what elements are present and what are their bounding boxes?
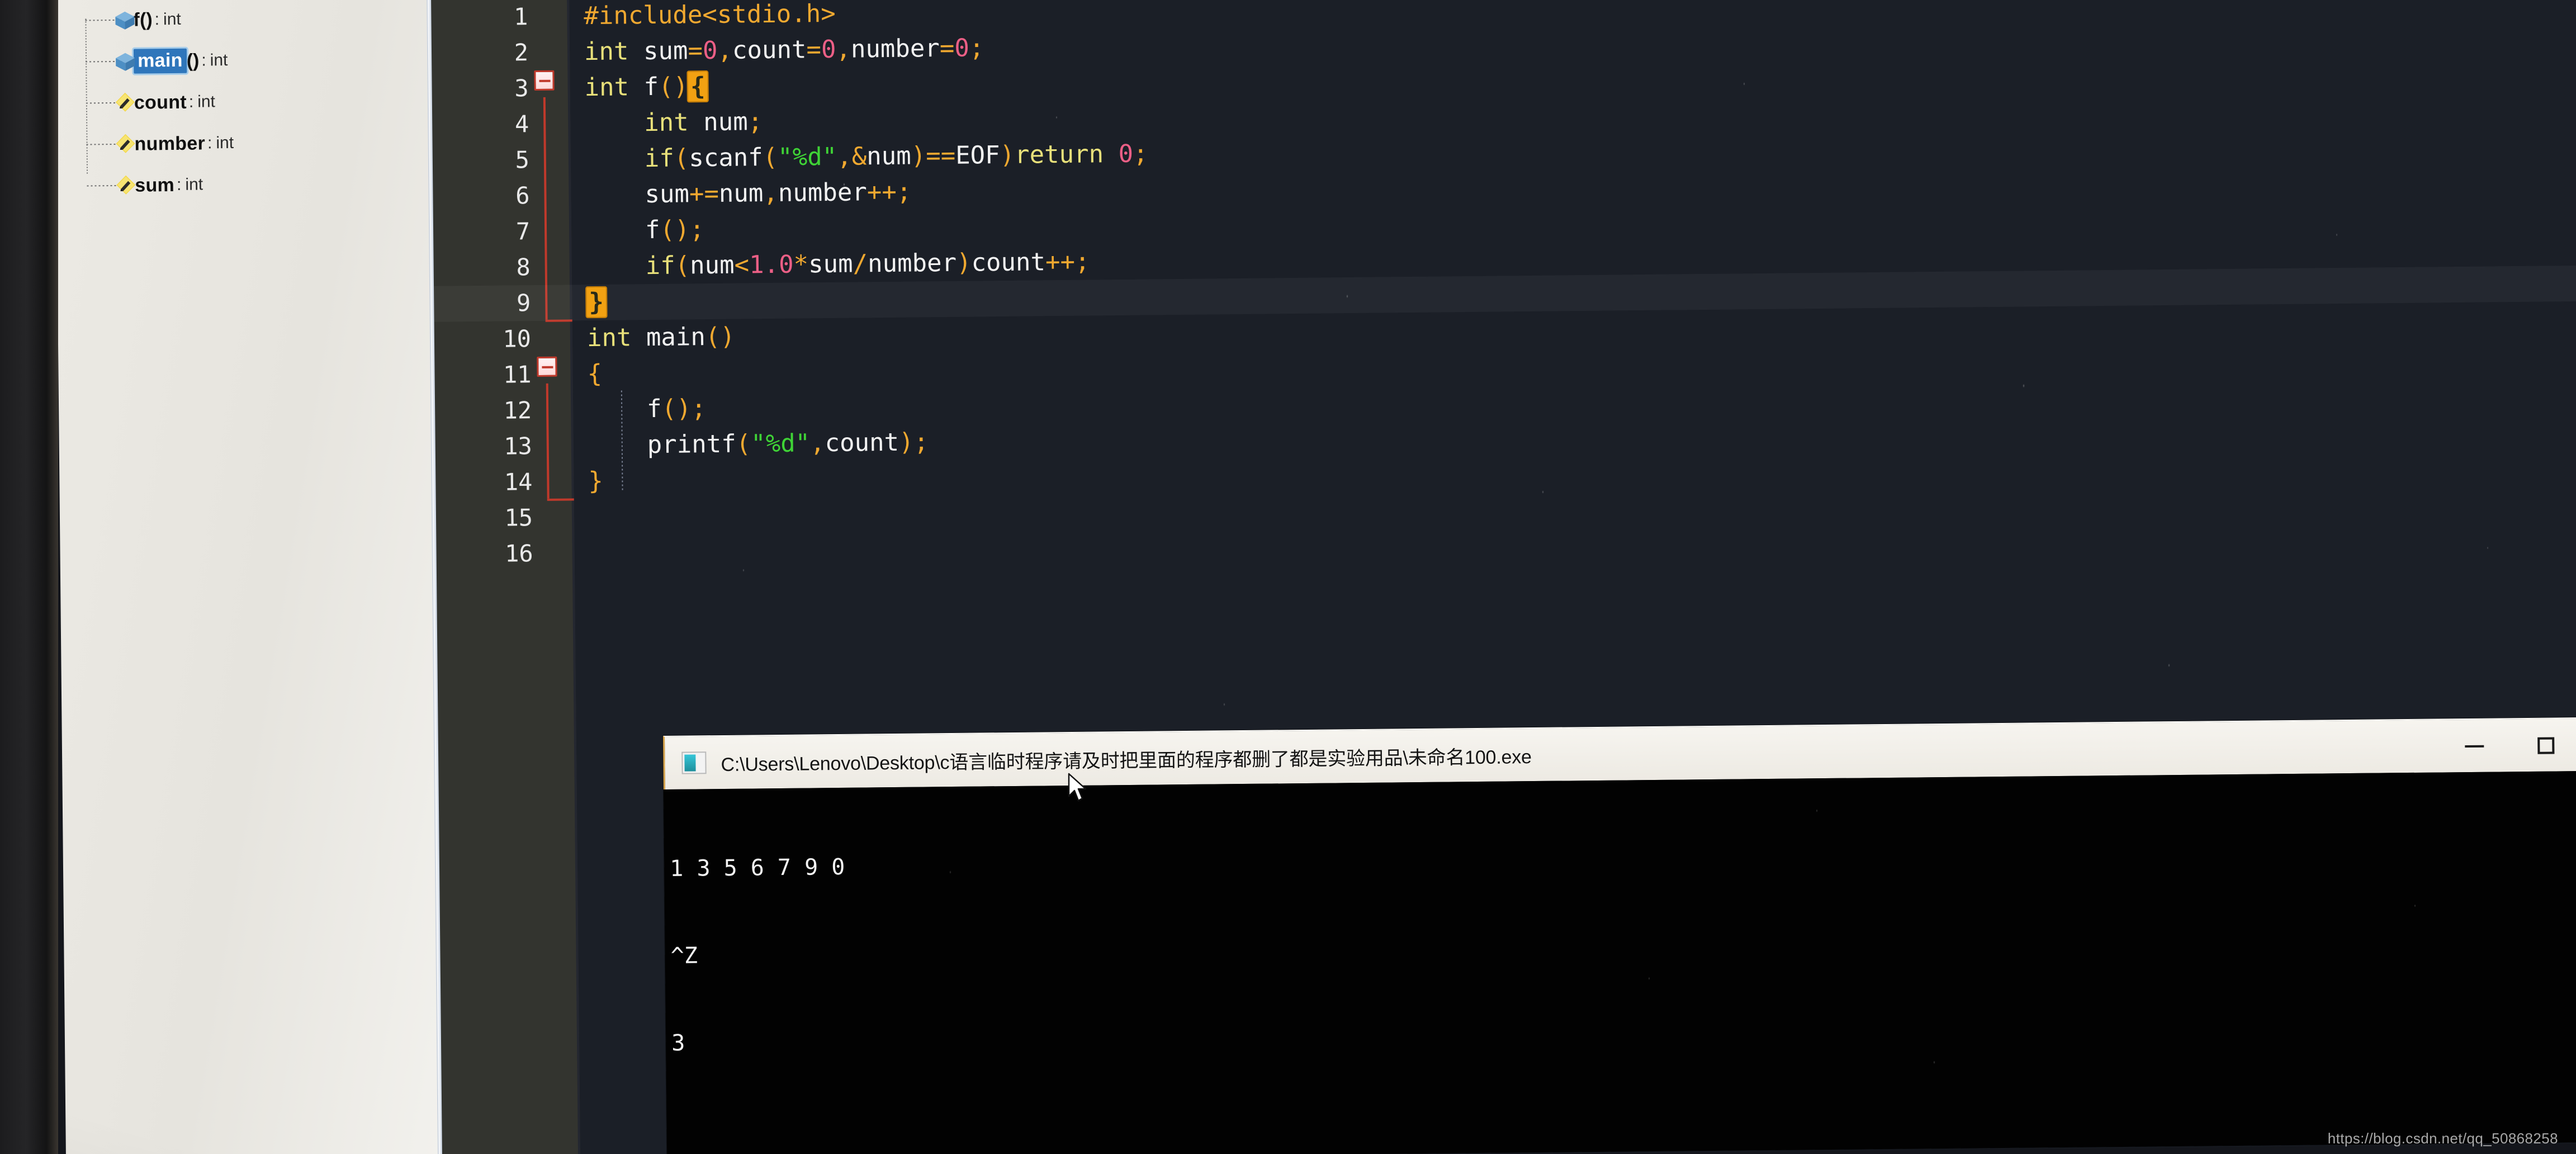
- line-number: 11: [503, 361, 532, 389]
- outline-item-colon: :: [201, 51, 206, 70]
- monitor-bezel-left: [0, 0, 58, 1154]
- console-output[interactable]: 1 3 5 6 7 9 0 ^Z 3 _____________________…: [663, 771, 2576, 1154]
- line-source: sum+=num,number++;: [645, 177, 912, 209]
- variable-pencil-icon: [115, 174, 138, 197]
- line-number: 5: [515, 146, 530, 174]
- line-number: 3: [514, 74, 529, 102]
- line-source: f();: [645, 215, 705, 245]
- line-source: printf("%d",count);: [647, 428, 929, 460]
- outline-item-colon: :: [188, 92, 194, 111]
- line-number: 4: [514, 110, 529, 138]
- line-number: 6: [515, 182, 530, 210]
- line-source: int f(){: [584, 69, 708, 106]
- line-source: if(scanf("%d",&num)==EOF)return 0;: [644, 139, 1148, 173]
- outline-item-sum[interactable]: sum: int: [67, 162, 425, 207]
- outline-item-paren: (): [139, 8, 153, 31]
- outline-item-paren: (): [186, 50, 200, 72]
- outline-item-colon: :: [176, 175, 182, 194]
- line-source: int main(): [586, 322, 736, 353]
- line-number: 8: [516, 253, 531, 281]
- line-source: int sum=0,count=0,number=0;: [584, 34, 984, 67]
- outline-item-count[interactable]: count: int: [66, 79, 424, 124]
- window-controls: [2438, 718, 2576, 773]
- minimize-button[interactable]: [2438, 719, 2511, 773]
- symbol-tree: f(): int main(): int count: int number …: [65, 0, 425, 207]
- outline-item-label: number: [134, 132, 206, 155]
- line-source: f();: [646, 394, 707, 424]
- line-number: 13: [503, 432, 533, 460]
- outline-item-label: sum: [135, 174, 175, 196]
- console-line-result: 3: [671, 1030, 685, 1056]
- line-number: 12: [503, 396, 532, 424]
- outline-item-type: int: [216, 133, 234, 153]
- line-number: 1: [513, 3, 528, 31]
- line-number: 15: [504, 504, 533, 532]
- outline-item-colon: :: [154, 10, 160, 29]
- function-cube-icon: [113, 8, 136, 32]
- code-lines[interactable]: 1 #include<stdio.h> 2 int sum=0,count=0,…: [418, 0, 2576, 573]
- console-line-eof-echo: ^Z: [670, 943, 698, 969]
- console-line-input-echo: 1 3 5 6 7 9 0: [670, 854, 845, 882]
- variable-pencil-icon: [114, 133, 138, 156]
- line-source: }: [588, 466, 604, 496]
- outline-item-type: int: [210, 51, 228, 70]
- line-number: 10: [503, 325, 532, 353]
- console-app-icon: [681, 751, 707, 774]
- line-source: #include<stdio.h>: [584, 0, 836, 31]
- outline-item-number[interactable]: number: int: [66, 121, 424, 165]
- screen-photo: f(): int main(): int count: int number …: [0, 0, 2576, 1154]
- outline-item-type: int: [163, 10, 181, 29]
- line-source: if(num<1.0*sum/number)count++;: [645, 247, 1090, 281]
- outline-item-colon: :: [207, 134, 212, 153]
- line-number: 2: [514, 39, 529, 67]
- function-cube-icon: [113, 50, 137, 73]
- line-number: 9: [516, 289, 531, 317]
- line-source: }: [586, 285, 607, 320]
- outline-item-type: int: [197, 92, 216, 111]
- line-number: 14: [504, 468, 533, 496]
- variable-pencil-icon: [114, 91, 138, 115]
- line-source: {: [587, 359, 603, 389]
- outline-item-f[interactable]: f(): int: [65, 0, 423, 41]
- mouse-cursor-icon: [1067, 773, 1089, 804]
- minimize-icon: [2465, 745, 2484, 748]
- outline-item-type: int: [185, 175, 203, 194]
- console-window[interactable]: C:\Users\Lenovo\Desktop\c语言临时程序请及时把里面的程序…: [663, 717, 2576, 1154]
- outline-panel: f(): int main(): int count: int number …: [55, 0, 440, 1154]
- maximize-icon: [2537, 737, 2555, 754]
- line-number: 7: [515, 217, 531, 245]
- console-title-text: C:\Users\Lenovo\Desktop\c语言临时程序请及时把里面的程序…: [721, 746, 1532, 775]
- outline-item-main[interactable]: main(): int: [65, 38, 424, 83]
- line-number: 16: [504, 540, 533, 567]
- outline-item-label: main: [133, 48, 187, 74]
- outline-item-label: count: [134, 91, 187, 113]
- watermark-text: https://blog.csdn.net/qq_50868258: [2327, 1130, 2558, 1147]
- maximize-button[interactable]: [2510, 718, 2576, 773]
- line-source: int num;: [643, 107, 763, 138]
